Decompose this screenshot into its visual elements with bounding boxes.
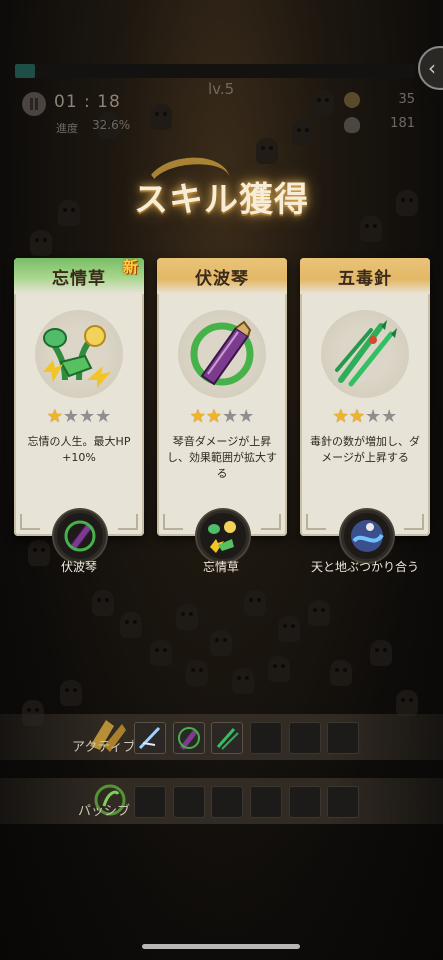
- chevron-left-icon: ‹: [428, 56, 436, 80]
- star-empty-icon: ★: [365, 406, 382, 427]
- combo-icon-herb: [197, 510, 249, 562]
- passive-slot-5[interactable]: [289, 786, 321, 818]
- skill-name: 伏波琴: [195, 269, 249, 289]
- enemy-ghost: [256, 138, 278, 164]
- corner-ornament: [306, 514, 326, 530]
- enemy-ghost: [278, 616, 300, 642]
- poison-needle-icon: [321, 310, 409, 398]
- enemy-ghost: [150, 640, 172, 666]
- progress-value: 32.6%: [92, 118, 131, 132]
- hp-bar: [15, 64, 415, 78]
- home-indicator[interactable]: [142, 944, 300, 949]
- passive-slot-6[interactable]: [327, 786, 359, 818]
- enemy-ghost: [312, 90, 334, 116]
- skill-description: 琴音ダメージが上昇し、効果範囲が拡大する: [167, 435, 277, 480]
- enemy-ghost: [150, 104, 172, 130]
- active-slot-3[interactable]: [211, 722, 243, 754]
- corner-ornament: [404, 514, 424, 530]
- skill-description: 忘情の人生。最大HP +10%: [27, 435, 131, 464]
- enemy-ghost: [244, 590, 266, 616]
- active-slot-4[interactable]: [250, 722, 282, 754]
- skill-card-2[interactable]: 伏波琴 ★★★★ 琴音ダメージが上昇し、効果範囲が拡大する: [157, 258, 287, 536]
- combo-label: 伏波琴: [60, 560, 97, 574]
- game-screen: ‹ 01 : 18 lv.5 進度 32.6% 35 181 スキル獲得 忘情草…: [0, 0, 443, 960]
- progress-label: 進度: [56, 122, 78, 135]
- star-empty-icon: ★: [79, 406, 96, 427]
- star-rating: ★★★★: [157, 406, 287, 427]
- skull-icon: [344, 117, 360, 133]
- active-skill-bar: アクティブ: [0, 714, 443, 760]
- enemy-ghost: [176, 604, 198, 630]
- kill-count: 181: [390, 116, 415, 131]
- side-menu-button[interactable]: ‹: [418, 46, 443, 90]
- zither-icon: [178, 310, 266, 398]
- combo-label: 天と地ぶつかり合う: [310, 560, 419, 574]
- star-filled-icon: ★: [189, 406, 206, 427]
- star-filled-icon: ★: [348, 406, 365, 427]
- passive-slot-1[interactable]: [134, 786, 166, 818]
- enemy-ghost: [396, 690, 418, 716]
- star-empty-icon: ★: [62, 406, 79, 427]
- active-slot-6[interactable]: [327, 722, 359, 754]
- coin-icon: [344, 92, 360, 108]
- corner-ornament: [163, 514, 183, 530]
- skill-card-3[interactable]: 五毒針 ★★★★ 毒針の数が増加し、ダメージが上昇する: [300, 258, 430, 536]
- corner-ornament: [261, 514, 281, 530]
- corner-ornament: [118, 514, 138, 530]
- star-empty-icon: ★: [238, 406, 255, 427]
- skill-name: 五毒針: [338, 269, 392, 289]
- enemy-ghost: [308, 600, 330, 626]
- coin-count: 35: [398, 92, 415, 107]
- page-title: スキル獲得: [134, 180, 309, 220]
- skill-description: 毒針の数が増加し、ダメージが上昇する: [310, 435, 420, 464]
- star-rating: ★★★★: [14, 406, 144, 427]
- star-empty-icon: ★: [222, 406, 239, 427]
- passive-slot-3[interactable]: [211, 786, 243, 818]
- enemy-ghost: [210, 630, 232, 656]
- enemy-ghost: [370, 640, 392, 666]
- enemy-ghost: [28, 540, 50, 566]
- enemy-ghost: [330, 660, 352, 686]
- combo-icon-zither: [54, 510, 106, 562]
- star-empty-icon: ★: [95, 406, 112, 427]
- hp-bar-fill: [15, 64, 35, 78]
- active-slot-1[interactable]: [134, 722, 166, 754]
- passive-slot-2[interactable]: [173, 786, 205, 818]
- star-filled-icon: ★: [46, 406, 63, 427]
- combo-icon-heaven-earth: [341, 510, 393, 562]
- passive-slot-4[interactable]: [250, 786, 282, 818]
- star-filled-icon: ★: [205, 406, 222, 427]
- passive-skill-bar: パッシブ: [0, 778, 443, 824]
- herb-icon: [35, 310, 123, 398]
- star-filled-icon: ★: [332, 406, 349, 427]
- active-label: アクティブ: [72, 740, 136, 755]
- active-slot-2[interactable]: [173, 722, 205, 754]
- combo-label: 忘情草: [202, 560, 239, 574]
- new-badge: 新: [122, 258, 138, 276]
- enemy-ghost: [92, 590, 114, 616]
- star-rating: ★★★★: [300, 406, 430, 427]
- enemy-ghost: [186, 660, 208, 686]
- enemy-ghost: [232, 668, 254, 694]
- enemy-ghost: [30, 230, 52, 256]
- skill-card-1[interactable]: 忘情草 新 ★★★★ 忘情の人生。最大HP +10%: [14, 258, 144, 536]
- corner-ornament: [20, 514, 40, 530]
- enemy-ghost: [60, 680, 82, 706]
- pause-button[interactable]: [22, 92, 46, 116]
- passive-label: パッシブ: [78, 804, 131, 819]
- enemy-ghost: [120, 612, 142, 638]
- enemy-ghost: [292, 120, 314, 146]
- star-empty-icon: ★: [381, 406, 398, 427]
- level-label: lv.5: [208, 80, 235, 98]
- timer: 01 : 18: [54, 92, 121, 112]
- enemy-ghost: [268, 656, 290, 682]
- active-slot-5[interactable]: [289, 722, 321, 754]
